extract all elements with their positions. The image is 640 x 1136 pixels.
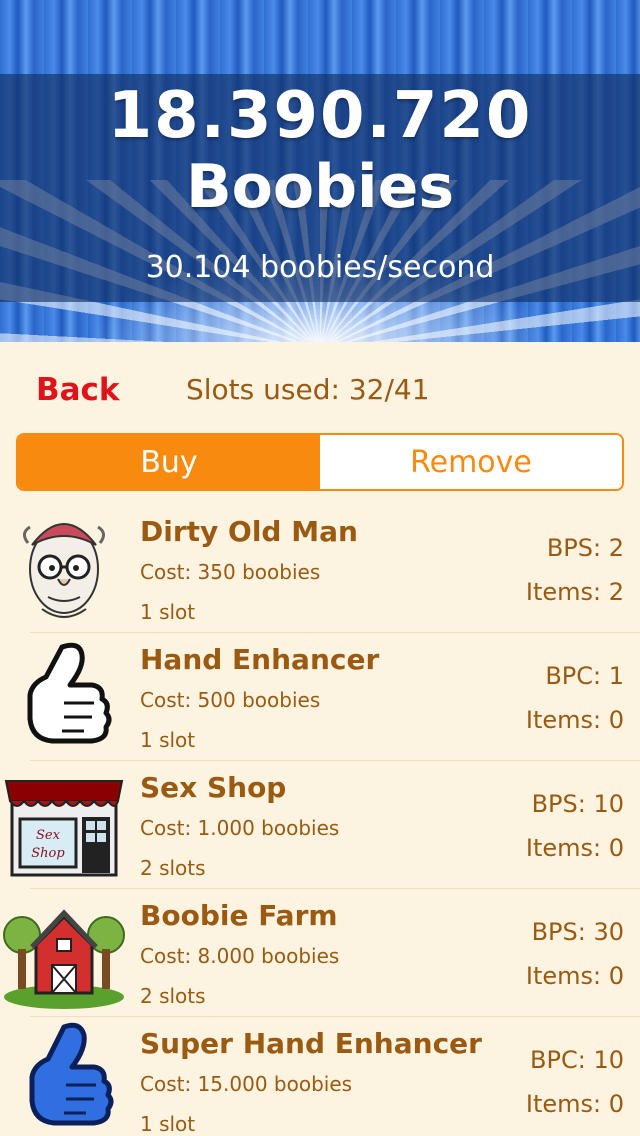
list-item[interactable]: Boobie Farm Cost: 8.000 boobies 2 slots … <box>0 889 640 1017</box>
item-count: Items: 2 <box>525 578 624 606</box>
buy-remove-segmented-control: Buy Remove <box>16 433 624 491</box>
item-name: Dirty Old Man <box>140 515 358 548</box>
boobies-total: 18.390.720 <box>107 79 533 153</box>
item-count: Items: 0 <box>525 706 624 734</box>
item-cost: Cost: 1.000 boobies <box>140 816 340 840</box>
shop-icon: Sex Shop <box>4 780 124 877</box>
item-stat: BPS: 30 <box>531 918 624 946</box>
item-stat: BPC: 10 <box>530 1046 624 1074</box>
list-item[interactable]: Dirty Old Man Cost: 350 boobies 1 slot B… <box>0 505 640 633</box>
barn-farm-icon <box>3 909 125 1009</box>
svg-text:Sex: Sex <box>36 828 61 843</box>
score-header: 18.390.720 Boobies 30.104 boobies/second <box>0 0 640 342</box>
svg-text:Shop: Shop <box>31 846 65 861</box>
boobies-unit-label: Boobies <box>185 152 455 222</box>
item-stat: BPS: 10 <box>531 790 624 818</box>
item-slots: 1 slot <box>140 728 196 752</box>
list-item[interactable]: Super Hand Enhancer Cost: 15.000 boobies… <box>0 1017 640 1136</box>
item-name: Sex Shop <box>140 771 287 804</box>
item-stat: BPS: 2 <box>546 534 624 562</box>
back-button[interactable]: Back <box>36 370 120 410</box>
boobies-per-second: 30.104 boobies/second <box>145 250 495 285</box>
item-name: Hand Enhancer <box>140 643 380 676</box>
item-stat: BPC: 1 <box>545 662 624 690</box>
white-glove-hand-icon <box>27 642 112 744</box>
item-cost: Cost: 8.000 boobies <box>140 944 340 968</box>
item-slots: 2 slots <box>140 856 206 880</box>
slots-used-label: Slots used: 32/41 <box>186 373 430 406</box>
store-item-list: Dirty Old Man Cost: 350 boobies 1 slot B… <box>0 505 640 1136</box>
blue-glove-hand-icon <box>29 1022 114 1126</box>
item-slots: 1 slot <box>140 600 196 624</box>
remove-tab[interactable]: Remove <box>320 435 622 489</box>
item-slots: 1 slot <box>140 1112 196 1136</box>
item-cost: Cost: 350 boobies <box>140 560 321 584</box>
item-name: Boobie Farm <box>140 899 338 932</box>
item-slots: 2 slots <box>140 984 206 1008</box>
item-count: Items: 0 <box>525 1090 624 1118</box>
item-count: Items: 0 <box>525 834 624 862</box>
list-item[interactable]: Hand Enhancer Cost: 500 boobies 1 slot B… <box>0 633 640 761</box>
list-item[interactable]: Sex Shop Sex Shop Cost: 1.000 boobies 2 … <box>0 761 640 889</box>
item-count: Items: 0 <box>525 962 624 990</box>
item-name: Super Hand Enhancer <box>140 1027 482 1060</box>
item-cost: Cost: 500 boobies <box>140 688 321 712</box>
item-cost: Cost: 15.000 boobies <box>140 1072 353 1096</box>
old-man-icon <box>23 523 105 618</box>
buy-tab[interactable]: Buy <box>18 435 320 489</box>
